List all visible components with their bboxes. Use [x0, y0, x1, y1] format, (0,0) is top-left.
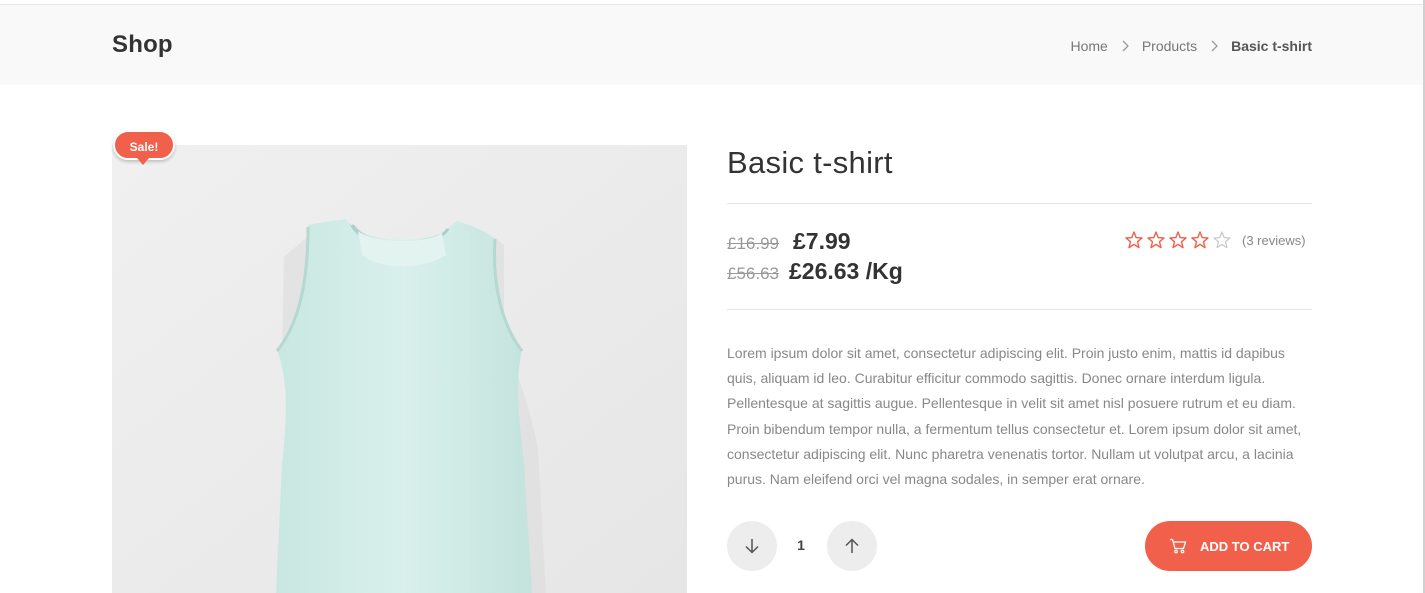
breadcrumb-home[interactable]: Home [1070, 38, 1107, 54]
unit-price: £26.63 /Kg [789, 258, 903, 284]
product-name: Basic t-shirt [727, 145, 893, 180]
product-rating[interactable]: (3 reviews) [1124, 230, 1306, 250]
quantity-increase-button[interactable] [827, 521, 877, 571]
price-row: £16.99 £7.99 [727, 228, 851, 255]
add-to-cart-button[interactable]: ADD TO CART [1145, 521, 1312, 571]
breadcrumb-products[interactable]: Products [1142, 38, 1197, 54]
star-icon [1146, 230, 1166, 250]
sale-badge: Sale! [113, 130, 175, 160]
chevron-right-icon [1210, 40, 1219, 52]
star-icon [1168, 230, 1188, 250]
arrow-down-icon [745, 539, 759, 554]
breadcrumb: Home Products Basic t-shirt [1070, 38, 1312, 54]
product-description: Lorem ipsum dolor sit amet, consectetur … [727, 345, 1302, 488]
quantity-value[interactable]: 1 [787, 537, 815, 553]
add-to-cart-label: ADD TO CART [1200, 538, 1290, 554]
divider [727, 203, 1312, 204]
old-price: £16.99 [727, 234, 779, 253]
star-empty-icon [1212, 230, 1232, 250]
product-image[interactable] [112, 145, 687, 593]
quantity-decrease-button[interactable] [727, 521, 777, 571]
cart-icon [1170, 538, 1187, 554]
arrow-up-icon [845, 538, 859, 553]
sale-badge-pointer [137, 158, 149, 165]
divider [727, 309, 1312, 310]
breadcrumb-current: Basic t-shirt [1231, 38, 1312, 54]
old-unit-price: £56.63 [727, 264, 779, 283]
review-count[interactable]: (3 reviews) [1242, 233, 1306, 248]
page-title: Shop [112, 31, 173, 58]
current-price: £7.99 [793, 228, 851, 254]
chevron-right-icon [1121, 40, 1130, 52]
unit-price-row: £56.63 £26.63 /Kg [727, 258, 903, 285]
star-icon [1124, 230, 1144, 250]
tank-top-illustration [112, 145, 687, 593]
star-icon [1190, 230, 1210, 250]
page-header: Shop Home Products Basic t-shirt [0, 5, 1425, 85]
